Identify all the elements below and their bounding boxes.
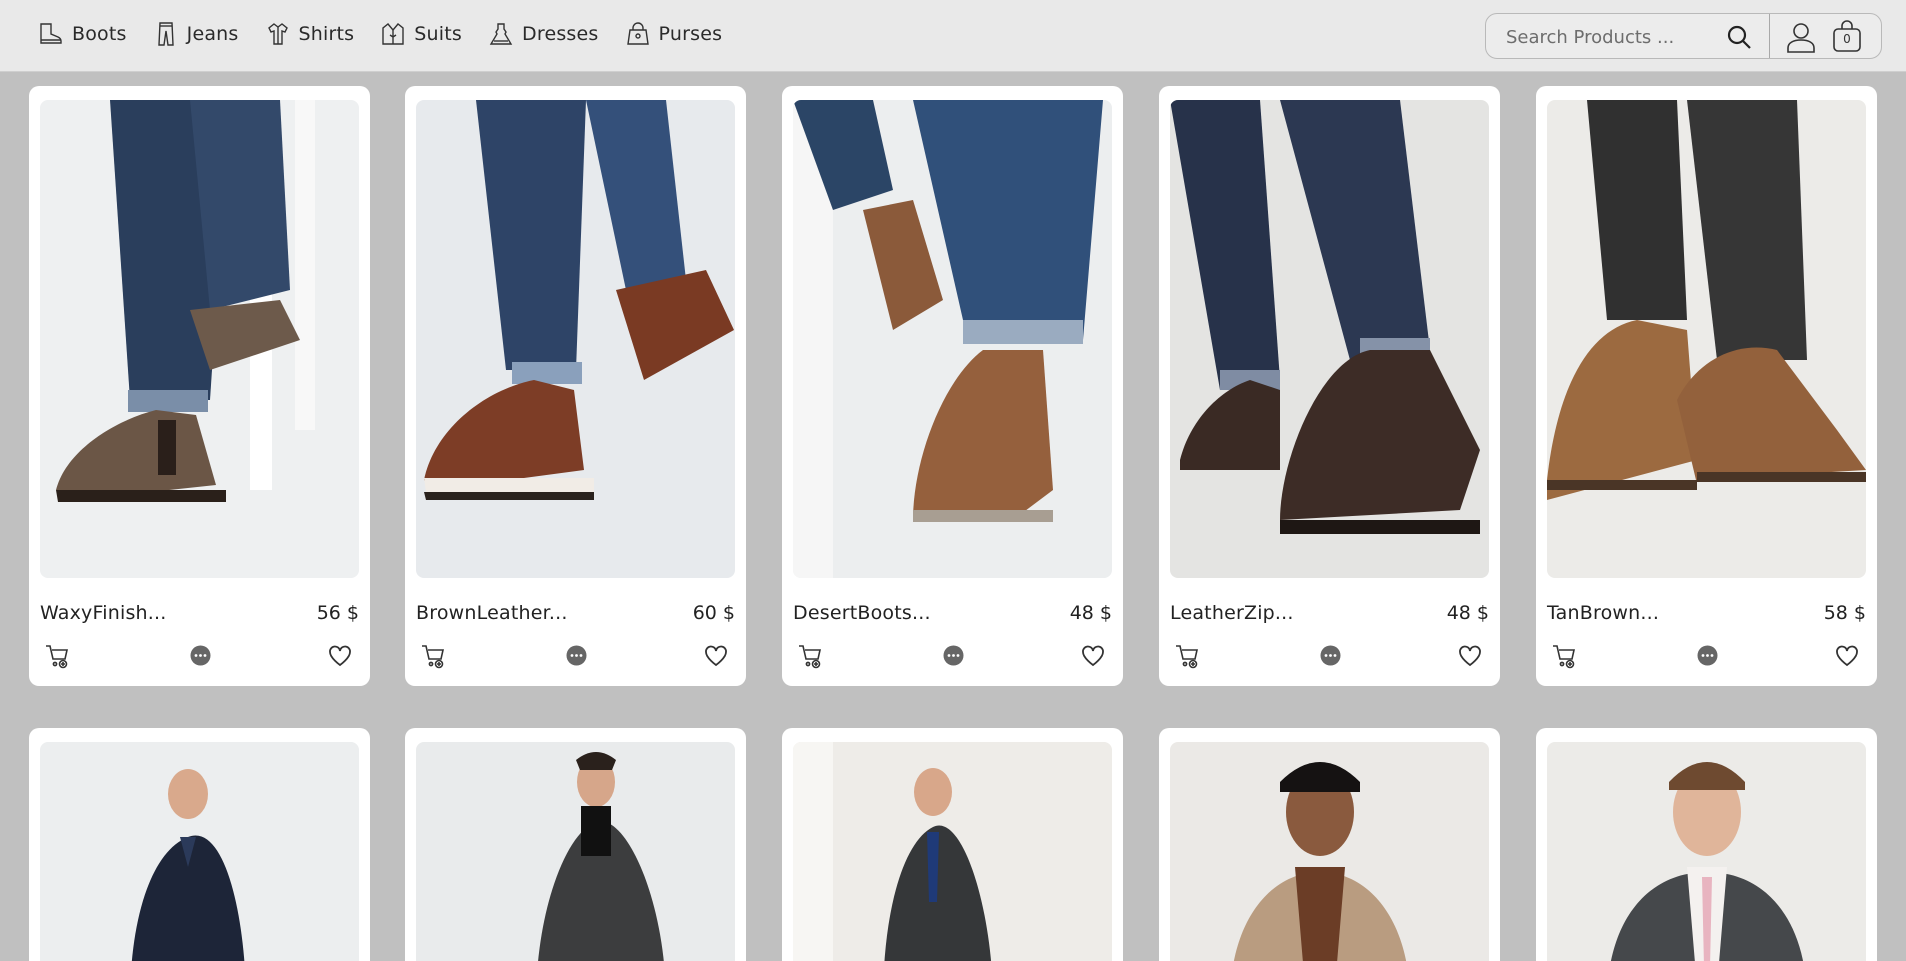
product-price: 60 $ [692,602,735,624]
product-photo-boots [1547,100,1866,578]
shopping-bag-button[interactable]: 0 [1831,19,1863,53]
favorite-heart-icon[interactable] [1080,643,1106,669]
favorite-heart-icon[interactable] [1834,643,1860,669]
add-to-cart-icon[interactable] [1174,642,1202,670]
nav-item-boots[interactable]: Boots [38,18,127,50]
product-photo-suit [1547,742,1866,961]
product-image[interactable] [1170,100,1489,578]
product-card[interactable]: LeatherZip... 48 $ [1159,86,1500,686]
product-name[interactable]: BrownLeather... [416,602,568,624]
product-name[interactable]: LeatherZip... [1170,602,1294,624]
nav-item-jeans[interactable]: Jeans [153,18,239,50]
product-photo-boots [1170,100,1489,578]
cart-count-badge: 0 [1843,32,1851,46]
user-account-icon[interactable] [1785,21,1817,53]
product-image[interactable] [416,742,735,961]
more-options-icon[interactable] [1697,645,1718,666]
product-card[interactable] [29,728,370,961]
product-card[interactable] [1536,728,1877,961]
product-card[interactable]: BrownLeather... 60 $ [405,86,746,686]
product-photo-suit [1170,742,1489,961]
product-price: 58 $ [1823,602,1866,624]
nav-item-purses[interactable]: Purses [625,18,723,50]
search-icon[interactable] [1726,24,1752,50]
product-photo-boots [416,100,735,578]
nav-label-boots: Boots [72,23,127,45]
more-options-icon[interactable] [566,645,587,666]
nav-label-shirts: Shirts [298,23,355,45]
product-photo-suit [793,742,1112,961]
product-photo-suit [416,742,735,961]
product-card[interactable] [782,728,1123,961]
product-card[interactable]: WaxyFinish... 56 $ [29,86,370,686]
product-image[interactable] [1547,100,1866,578]
favorite-heart-icon[interactable] [703,643,729,669]
nav-label-suits: Suits [414,23,463,45]
product-card[interactable] [1159,728,1500,961]
product-image[interactable] [1170,742,1489,961]
more-options-icon[interactable] [1320,645,1341,666]
jeans-icon [157,22,174,46]
product-image[interactable] [1547,742,1866,961]
product-name[interactable]: DesertBoots... [793,602,931,624]
product-price: 48 $ [1069,602,1112,624]
category-nav: Boots Jeans Shirts Suits Dresses Purses [38,18,748,50]
product-image[interactable] [416,100,735,578]
product-price: 48 $ [1446,602,1489,624]
product-card[interactable]: DesertBoots... 48 $ [782,86,1123,686]
search-divider [1769,14,1770,58]
search-input[interactable] [1506,23,1706,51]
favorite-heart-icon[interactable] [1457,643,1483,669]
shirt-icon [267,23,288,45]
product-card[interactable] [405,728,746,961]
product-image[interactable] [40,742,359,961]
product-image[interactable] [793,742,1112,961]
top-navigation-bar: Boots Jeans Shirts Suits Dresses Purses [0,0,1906,72]
product-name[interactable]: TanBrown... [1547,602,1659,624]
product-name[interactable]: WaxyFinish... [40,602,167,624]
suit-icon [382,23,404,45]
product-price: 56 $ [316,602,359,624]
product-card[interactable]: TanBrown... 58 $ [1536,86,1877,686]
nav-item-suits[interactable]: Suits [380,18,462,50]
nav-label-purses: Purses [658,23,723,45]
purse-icon [626,22,649,45]
more-options-icon[interactable] [943,645,964,666]
dress-icon [489,23,513,45]
product-photo-boots [793,100,1112,578]
add-to-cart-icon[interactable] [420,642,448,670]
product-image[interactable] [40,100,359,578]
nav-item-dresses[interactable]: Dresses [488,18,599,50]
product-photo-boots [40,100,359,578]
nav-item-shirts[interactable]: Shirts [265,18,355,50]
nav-label-jeans: Jeans [186,23,239,45]
add-to-cart-icon[interactable] [1551,642,1579,670]
product-image[interactable] [793,100,1112,578]
nav-label-dresses: Dresses [522,23,599,45]
product-photo-suit [40,742,359,961]
search-bar: 0 [1485,13,1882,59]
add-to-cart-icon[interactable] [797,642,825,670]
more-options-icon[interactable] [190,645,211,666]
add-to-cart-icon[interactable] [44,642,72,670]
favorite-heart-icon[interactable] [327,643,353,669]
boot-icon [40,23,62,44]
